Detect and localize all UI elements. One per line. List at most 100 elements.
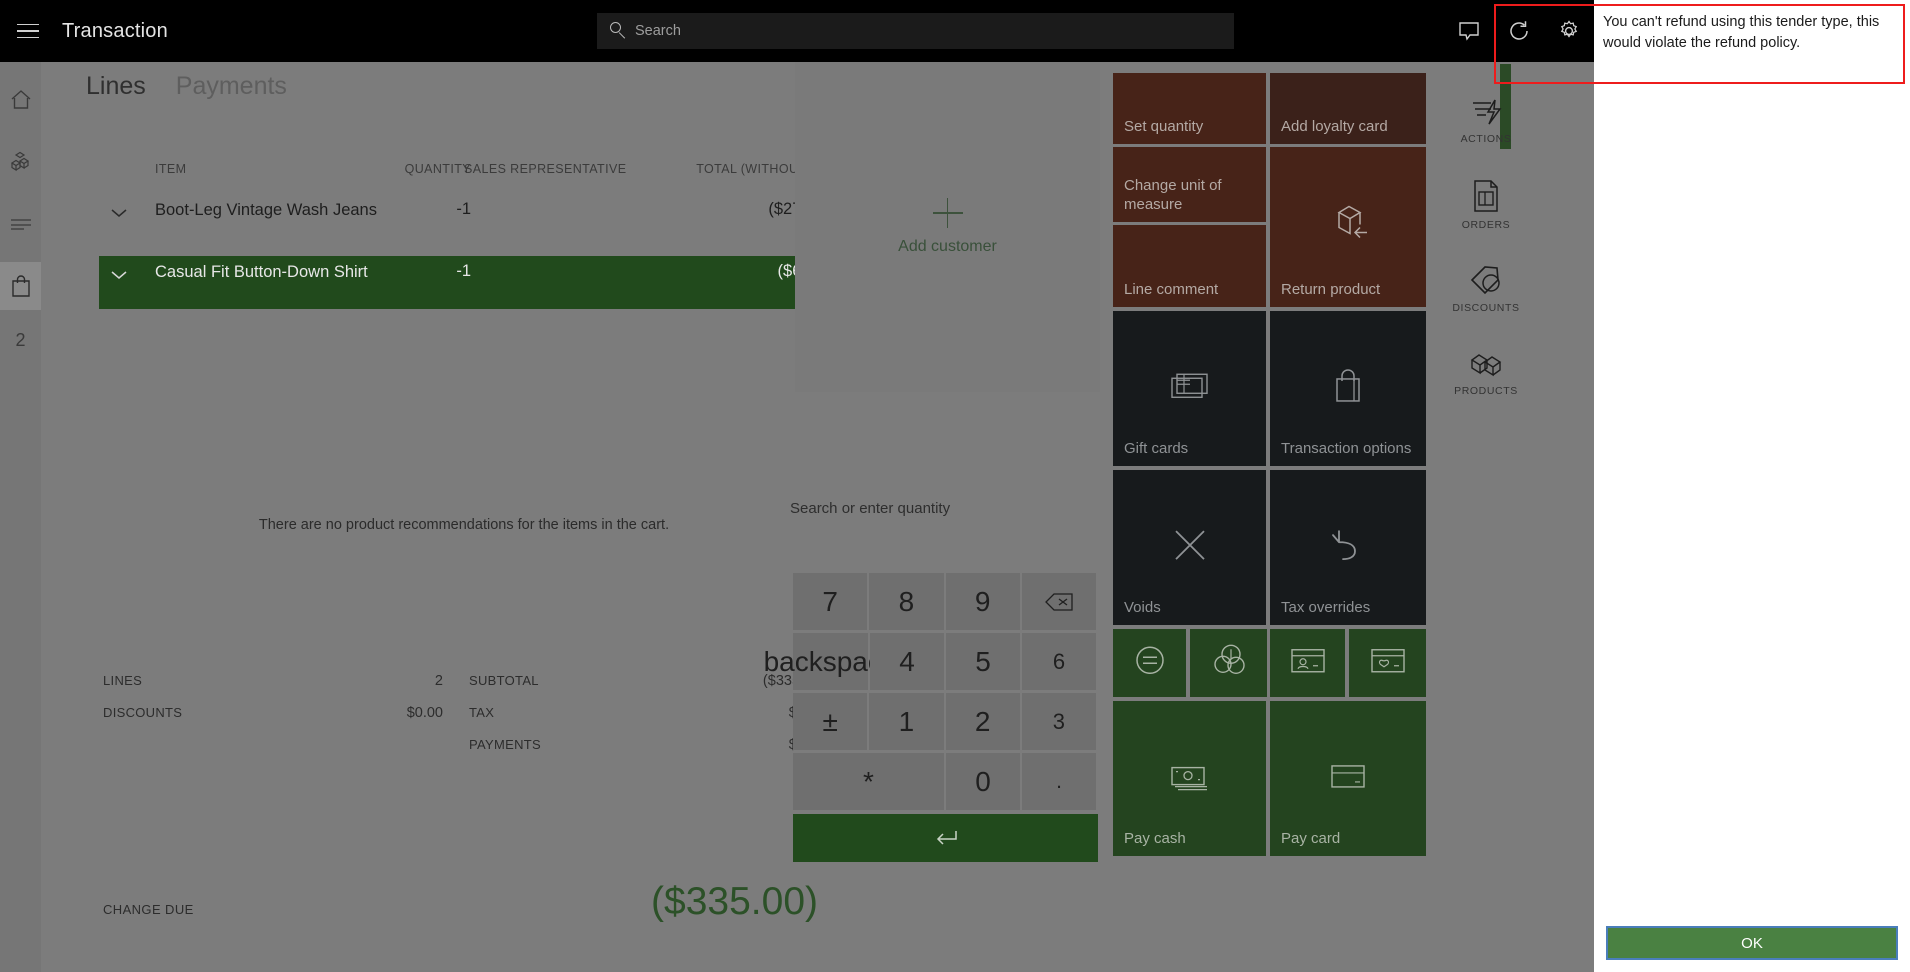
dialog-message: You can't refund using this tender type,… <box>1603 14 1880 51</box>
numpad-key-0[interactable]: * <box>793 753 944 810</box>
tile-tender-customer-account[interactable] <box>1270 629 1345 697</box>
tab-payments[interactable]: Payments <box>176 72 287 105</box>
credit-card-icon <box>1270 763 1426 789</box>
totals-key: LINES <box>103 673 143 688</box>
cash-bills-icon <box>1113 761 1266 791</box>
ok-button[interactable]: OK <box>1606 926 1898 960</box>
rail-item-products[interactable]: PRODUCTS <box>1440 334 1532 412</box>
tile-set-quantity[interactable]: Set quantity <box>1113 73 1266 144</box>
comment-icon[interactable] <box>1444 0 1494 62</box>
right-navigation-rail: ACTIONS ORDERS DISCOUNTS PRODUCTS <box>1440 62 1532 972</box>
numpad-key-asterisk[interactable]: 3 <box>1021 693 1096 750</box>
numpad-key-2[interactable]: 1 <box>869 693 944 750</box>
tile-gift-cards[interactable]: Gift cards <box>1113 311 1266 466</box>
enter-arrow-icon[interactable] <box>793 814 1098 862</box>
tile-return-product[interactable]: Return product <box>1270 147 1426 307</box>
line-item-name: Casual Fit Button-Down Shirt <box>155 263 368 281</box>
tile-label: Gift cards <box>1124 440 1189 457</box>
totals-right-column: SUBTOTAL ($335.00) TAX $0.00 PAYMENTS $0… <box>469 670 825 766</box>
totals-summary: LINES 2 DISCOUNTS $0.00 SUBTOTAL ($335.0… <box>99 670 829 790</box>
numpad-key-5[interactable]: 4 <box>870 633 944 690</box>
tile-pay-cash[interactable]: Pay cash <box>1113 701 1266 856</box>
currency-coins-icon <box>1190 643 1267 677</box>
totals-row-payments: PAYMENTS $0.00 <box>469 734 825 766</box>
table-row[interactable]: Casual Fit Button-Down Shirt -1 ($65.00) <box>99 256 839 309</box>
tile-tender-currency[interactable] <box>1190 629 1267 697</box>
rail-label: PRODUCTS <box>1454 385 1518 397</box>
pos-application: Transaction Search 2 Lines Payments ITEM… <box>0 0 1594 972</box>
rail-item-discounts[interactable]: DISCOUNTS <box>1440 250 1532 328</box>
totals-key: PAYMENTS <box>469 737 541 752</box>
tab-lines[interactable]: Lines <box>86 72 146 105</box>
tile-label: Pay cash <box>1124 830 1186 847</box>
numpad-key-decimal[interactable]: 0 <box>945 753 1020 810</box>
numpad-key-8[interactable]: 8 <box>869 573 944 630</box>
tile-line-comment[interactable]: Line comment <box>1113 225 1266 307</box>
tile-label: Return product <box>1281 281 1381 298</box>
page-title: Transaction <box>62 19 168 42</box>
tile-label: Voids <box>1124 599 1161 616</box>
add-customer-button[interactable]: Add customer <box>795 62 1100 392</box>
sidebar-item-products[interactable] <box>0 138 41 186</box>
backspace-icon[interactable] <box>1021 573 1096 630</box>
tile-label: Line comment <box>1124 281 1219 298</box>
numpad-key-abc[interactable]: . <box>1022 753 1097 810</box>
tile-tender-loyalty[interactable] <box>1349 629 1426 697</box>
rail-item-orders[interactable]: ORDERS <box>1440 166 1532 244</box>
hamburger-menu-icon[interactable] <box>0 0 56 62</box>
rail-label: ORDERS <box>1461 219 1511 231</box>
tile-tender-equal[interactable] <box>1113 629 1186 697</box>
rail-label: ACTIONS <box>1460 133 1512 145</box>
numpad-key-9[interactable]: 9 <box>945 573 1020 630</box>
numpad-key-plusminus[interactable]: 6 <box>1022 633 1096 690</box>
tile-label: Set quantity <box>1124 118 1204 135</box>
tile-tax-overrides[interactable]: Tax overrides <box>1270 470 1426 625</box>
tile-label: Transaction options <box>1281 440 1412 457</box>
sidebar-item-home[interactable] <box>0 76 41 124</box>
cart-tabs: Lines Payments <box>86 72 287 105</box>
column-header-quantity: QUANTITY <box>404 162 471 176</box>
numeric-keypad: 7 8 9 backspace 4 5 6 ± 1 2 3 * 0 . <box>764 573 1098 862</box>
refresh-icon[interactable] <box>1494 0 1544 62</box>
add-customer-label: Add customer <box>898 238 997 255</box>
tile-label: Add loyalty card <box>1281 118 1388 135</box>
sidebar-item-cart[interactable] <box>0 262 41 310</box>
plus-icon <box>932 198 963 228</box>
chevron-down-icon[interactable] <box>111 208 127 218</box>
equals-circle-icon <box>1113 643 1186 677</box>
rail-label: DISCOUNTS <box>1452 302 1520 314</box>
totals-key: DISCOUNTS <box>103 705 183 720</box>
numpad-key-6[interactable]: 5 <box>946 633 1020 690</box>
numpad-key-7[interactable]: 7 <box>793 573 868 630</box>
loyalty-card-icon <box>1349 647 1426 675</box>
table-row[interactable]: Boot-Leg Vintage Wash Jeans -1 ($270.00) <box>99 194 839 247</box>
tile-pay-card[interactable]: Pay card <box>1270 701 1426 856</box>
settings-gear-icon[interactable] <box>1544 0 1594 62</box>
search-input[interactable]: Search <box>597 13 1234 49</box>
dialog-top-strip <box>1594 0 1910 8</box>
sidebar-item-lines[interactable] <box>0 200 41 248</box>
search-icon <box>609 22 627 40</box>
line-item-quantity: -1 <box>456 262 471 280</box>
totals-value: $0.00 <box>406 705 443 721</box>
tile-change-unit-of-measure[interactable]: Change unit of measure <box>1113 147 1266 222</box>
change-due-value: ($335.00) <box>651 880 818 923</box>
tile-label: Change unit of measure <box>1124 177 1222 213</box>
tile-voids[interactable]: Voids <box>1113 470 1266 625</box>
customer-account-card-icon <box>1270 647 1345 675</box>
column-header-sales-rep: SALES REPRESENTATIVE <box>464 162 627 176</box>
search-or-quantity-hint: Search or enter quantity <box>790 500 951 517</box>
top-bar-actions <box>1444 0 1594 62</box>
numpad-key-3[interactable]: 2 <box>945 693 1020 750</box>
totals-row-discounts: DISCOUNTS $0.00 <box>103 702 443 734</box>
tile-transaction-options[interactable]: Transaction options <box>1270 311 1426 466</box>
chevron-down-icon[interactable] <box>111 270 127 280</box>
column-header-item: ITEM <box>155 162 187 176</box>
numpad-key-1[interactable]: ± <box>793 693 868 750</box>
tile-add-loyalty-card[interactable]: Add loyalty card <box>1270 73 1426 144</box>
no-recommendations-message: There are no product recommendations for… <box>258 517 670 533</box>
rail-item-actions[interactable]: ACTIONS <box>1440 82 1532 160</box>
numpad-key-4[interactable]: backspace <box>764 633 897 690</box>
tile-label: Pay card <box>1281 830 1341 847</box>
cart-count-badge: 2 <box>15 329 26 350</box>
